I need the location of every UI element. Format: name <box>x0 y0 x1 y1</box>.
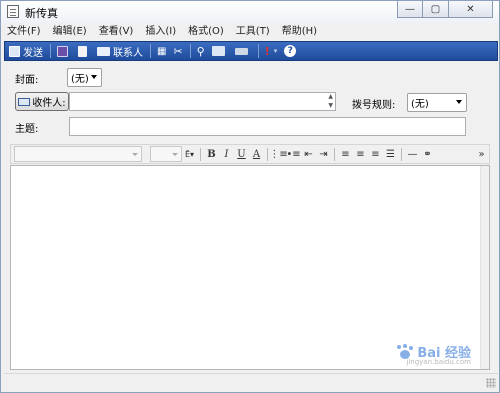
menu-bar: 文件(F) 编辑(E) 查看(V) 插入(I) 格式(O) 工具(T) 帮助(H… <box>1 24 499 40</box>
recipient-label: 收件人: <box>32 98 66 109</box>
send-fax-icon <box>9 45 20 57</box>
menu-file[interactable]: 文件(F) <box>1 24 47 40</box>
cut-button[interactable]: ▦ <box>157 43 166 59</box>
window-controls: — ▢ ✕ <box>397 1 493 18</box>
menu-tools[interactable]: 工具(T) <box>230 24 276 40</box>
menu-insert[interactable]: 插入(I) <box>139 24 182 40</box>
scissors-button[interactable]: ✂ <box>173 43 182 59</box>
dialing-rule-value: (无) <box>411 99 429 110</box>
spin-down-icon: ▼ <box>328 102 333 109</box>
dialing-rule-label: 拨号规则: <box>352 100 396 111</box>
save-button[interactable] <box>57 43 71 59</box>
align-center-icon[interactable]: ≡ <box>353 147 368 162</box>
subject-input[interactable] <box>69 117 466 136</box>
insert-picture-button[interactable] <box>211 43 228 59</box>
dialing-rule-select[interactable]: (无) <box>407 93 467 112</box>
style-dropdown-icon[interactable]: Ē▾ <box>182 147 197 162</box>
cover-page-button[interactable] <box>78 43 90 59</box>
font-size-select[interactable] <box>150 146 182 162</box>
font-color-button[interactable]: A <box>249 147 264 162</box>
toolbar-separator <box>189 44 191 58</box>
scanner-icon <box>234 47 248 55</box>
more-options-icon[interactable]: » <box>474 147 489 162</box>
maximize-icon: ▢ <box>430 3 441 15</box>
scan-button[interactable] <box>234 43 251 59</box>
chevron-down-icon: ▾ <box>273 47 278 55</box>
chevron-down-icon <box>172 153 178 156</box>
watermark-url: jingyan.baidu.com <box>406 358 471 366</box>
exclamation-icon: ! <box>264 44 270 58</box>
subject-label: 主题: <box>15 124 39 135</box>
menu-edit[interactable]: 编辑(E) <box>47 24 93 40</box>
save-icon <box>57 45 68 57</box>
scissors-icon: ✂ <box>173 44 183 58</box>
help-icon: ? <box>284 45 297 57</box>
paperclip-icon: ⚲ <box>196 44 205 58</box>
attach-button[interactable]: ⚲ <box>197 43 205 59</box>
decrease-indent-icon[interactable]: ⇤ <box>301 147 316 162</box>
contacts-card-icon <box>97 46 110 56</box>
recipient-button[interactable]: 收件人: <box>15 92 69 111</box>
minimize-button[interactable]: — <box>397 1 423 18</box>
format-separator <box>267 147 268 161</box>
title-bar: 新传真 — ▢ ✕ <box>1 1 499 23</box>
spin-up-icon: ▲ <box>328 93 333 100</box>
resize-grip-icon[interactable] <box>486 378 496 388</box>
chevron-down-icon <box>456 100 462 104</box>
font-family-select[interactable] <box>14 146 142 162</box>
insert-link-icon[interactable]: ⚭ <box>420 147 435 162</box>
numbered-list-icon[interactable]: ⋮≡ <box>269 147 287 162</box>
grid-icon: ▦ <box>157 45 167 57</box>
cover-label: 封面: <box>15 75 39 86</box>
bullet-list-icon[interactable]: •≡ <box>286 147 301 162</box>
cover-select[interactable]: (无) <box>67 68 102 87</box>
increase-indent-icon[interactable]: ⇥ <box>316 147 331 162</box>
close-icon: ✕ <box>466 3 475 15</box>
picture-icon <box>211 46 225 56</box>
send-button[interactable]: 发送 <box>9 43 43 59</box>
underline-button[interactable]: U <box>234 147 249 162</box>
main-toolbar: 发送 联系人 ▦ ✂ ⚲ ! ▾ ? <box>4 41 498 61</box>
align-left-icon[interactable]: ≡ <box>338 147 353 162</box>
format-separator <box>401 147 402 161</box>
chevron-down-icon <box>91 75 97 79</box>
fax-window: 新传真 — ▢ ✕ 文件(F) 编辑(E) 查看(V) 插入(I) 格式(O) … <box>0 0 500 393</box>
horizontal-line-icon[interactable]: — <box>405 147 420 162</box>
toolbar-separator <box>257 44 259 58</box>
recipient-input[interactable]: ▲ ▼ <box>69 92 336 111</box>
window-title: 新传真 <box>25 7 58 20</box>
baidu-watermark: Bai 经验 jingyan.baidu.com <box>396 342 471 366</box>
toolbar-separator <box>50 44 51 58</box>
minimize-icon: — <box>405 3 415 15</box>
menu-format[interactable]: 格式(O) <box>182 24 230 40</box>
format-toolbar: Ē▾ B I U A ⋮≡ •≡ ⇤ ⇥ ≡ ≡ ≡ ☰ — ⚭ » <box>10 144 490 164</box>
status-bar <box>4 373 498 390</box>
format-separator <box>334 147 335 161</box>
message-body-editor[interactable]: Bai 经验 jingyan.baidu.com <box>10 165 490 370</box>
contacts-button[interactable]: 联系人 <box>97 43 143 59</box>
justify-icon[interactable]: ☰ <box>383 147 398 162</box>
italic-button[interactable]: I <box>219 147 234 162</box>
fax-document-icon <box>7 5 19 18</box>
menu-help[interactable]: 帮助(H) <box>276 24 323 40</box>
help-button[interactable]: ? <box>284 43 297 59</box>
contacts-label: 联系人 <box>113 47 143 59</box>
format-separator <box>200 147 201 161</box>
cover-value: (无) <box>71 74 89 85</box>
close-button[interactable]: ✕ <box>449 1 493 18</box>
toolbar-separator <box>150 44 151 58</box>
vertical-scrollbar[interactable] <box>480 166 489 369</box>
page-icon <box>78 45 87 57</box>
bold-button[interactable]: B <box>204 147 219 162</box>
align-right-icon[interactable]: ≡ <box>368 147 383 162</box>
menu-view[interactable]: 查看(V) <box>93 24 140 40</box>
send-label: 发送 <box>23 47 43 59</box>
priority-button[interactable]: ! ▾ <box>265 43 278 59</box>
chevron-down-icon <box>132 153 138 156</box>
contact-card-icon <box>18 97 31 106</box>
maximize-button[interactable]: ▢ <box>423 1 449 18</box>
